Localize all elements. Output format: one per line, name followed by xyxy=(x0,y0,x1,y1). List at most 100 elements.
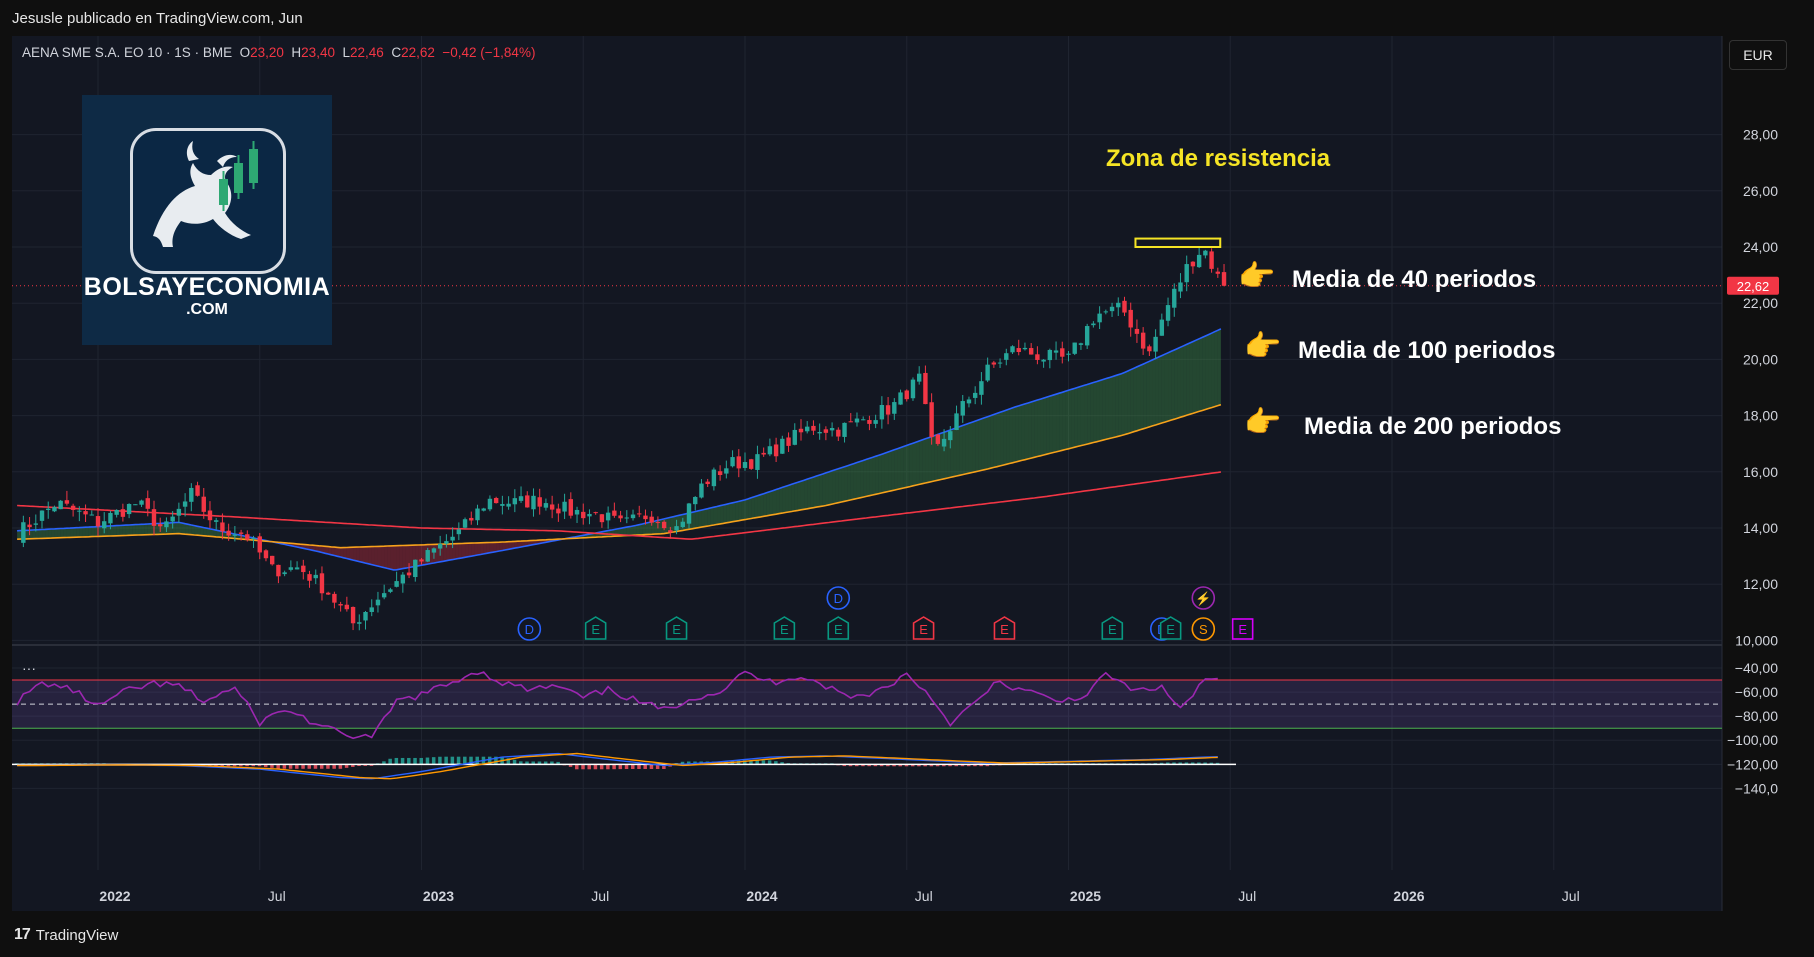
currency-selector[interactable]: EUR xyxy=(1729,40,1787,70)
ma-fill-segment xyxy=(374,546,378,567)
candle-body xyxy=(1072,342,1077,354)
candle-body xyxy=(668,530,673,533)
price-tick-label: 28,00 xyxy=(1743,127,1778,143)
ma-fill-segment xyxy=(968,422,973,474)
candle-body xyxy=(64,500,70,504)
ma-fill-segment xyxy=(365,546,369,564)
price-tick-label: 16,00 xyxy=(1743,464,1778,480)
time-tick-label: Jul xyxy=(1238,888,1256,904)
ma-fill-segment xyxy=(393,545,397,570)
candle-body xyxy=(1165,305,1171,321)
ma-fill-segment xyxy=(135,524,139,536)
ma-fill-segment xyxy=(1028,401,1032,459)
candle-body xyxy=(811,425,816,431)
ma-fill-segment xyxy=(1040,398,1044,456)
ma-fill-segment xyxy=(881,453,885,493)
ma-fill-segment xyxy=(1164,352,1169,423)
ma-fill-segment xyxy=(804,479,808,510)
candle-body xyxy=(761,452,766,455)
ma-fill-segment xyxy=(850,463,854,500)
candle-body xyxy=(705,481,710,485)
candle-body xyxy=(1116,302,1121,308)
candle-body xyxy=(543,503,549,508)
ma-fill-segment xyxy=(972,421,976,473)
event-label: E xyxy=(1166,622,1175,637)
ma40-annotation: Media de 40 periodos xyxy=(1292,266,1537,293)
candle-body xyxy=(979,381,984,395)
candle-body xyxy=(1178,282,1183,292)
candle-body xyxy=(717,471,723,476)
price-tick-label: 10,000 xyxy=(1735,632,1778,648)
candle-body xyxy=(1172,288,1177,308)
ma-fill-segment xyxy=(844,465,848,502)
ma-fill-segment xyxy=(1049,395,1053,454)
candle-body xyxy=(649,516,654,523)
ma-fill-segment xyxy=(181,523,186,535)
ma-fill-segment xyxy=(73,527,77,538)
candle-body xyxy=(637,513,642,515)
candle-body xyxy=(413,559,418,578)
candle-body xyxy=(1016,348,1021,353)
ma-fill-segment xyxy=(496,542,500,552)
ma-fill-segment xyxy=(129,524,133,536)
ma-fill-segment xyxy=(701,509,705,528)
ma-fill-segment xyxy=(800,480,805,510)
candle-body xyxy=(1184,264,1189,283)
ma-fill-segment xyxy=(751,496,755,519)
candle-body xyxy=(1078,343,1084,345)
ma-fill-segment xyxy=(1189,341,1193,415)
candle-body xyxy=(313,574,318,579)
ma-fill-segment xyxy=(717,505,721,525)
candle-body xyxy=(1022,347,1028,350)
ma-fill-segment xyxy=(1180,345,1184,418)
symbol-legend: AENA SME S.A. EO 10 · 1S · BME O23,20 H2… xyxy=(22,45,535,60)
ma-fill-segment xyxy=(953,427,957,477)
ma-fill-segment xyxy=(486,542,490,554)
candle-body xyxy=(469,517,474,521)
tradingview-brand: TradingView xyxy=(35,926,119,944)
candle-body xyxy=(1190,261,1196,267)
ma-fill-segment xyxy=(863,459,867,498)
macd-histogram-bar xyxy=(450,756,455,765)
ma-fill-segment xyxy=(847,464,851,501)
candle-body xyxy=(531,495,536,510)
ma-fill-segment xyxy=(713,506,718,525)
ma-fill-segment xyxy=(1087,383,1091,445)
ma-fill-segment xyxy=(141,524,145,535)
event-label: E xyxy=(919,622,928,637)
candle-body xyxy=(1004,353,1009,360)
candle-body xyxy=(773,444,779,457)
ma-fill-segment xyxy=(776,488,780,515)
low-value: 22,46 xyxy=(350,45,384,60)
ma-fill-segment xyxy=(772,489,777,515)
ma-fill-segment xyxy=(45,529,49,539)
indicator-tick-label: −60,00 xyxy=(1735,684,1778,700)
ma-fill-segment xyxy=(779,487,783,514)
candle-body xyxy=(164,521,169,528)
ma-fill-segment xyxy=(402,545,406,569)
candle-body xyxy=(95,516,101,527)
indicator-menu-button[interactable]: ··· xyxy=(22,660,36,676)
candle-body xyxy=(630,514,636,519)
candle-body xyxy=(1122,300,1127,313)
rsi-pane xyxy=(12,670,1722,740)
close-label: C xyxy=(391,45,402,60)
ma-fill-segment xyxy=(766,491,770,516)
ma-fill-segment xyxy=(903,445,907,488)
candle-body xyxy=(419,559,424,562)
candle-body xyxy=(1159,319,1165,336)
candle-body xyxy=(736,456,741,469)
ma-fill-segment xyxy=(489,542,494,553)
macd-histogram-bar xyxy=(388,758,392,765)
ma-fill-segment xyxy=(990,414,994,469)
ma-fill-segment xyxy=(1124,371,1128,435)
ma-fill-segment xyxy=(1031,401,1035,459)
candle-body xyxy=(1221,272,1227,286)
ma-fill-segment xyxy=(841,466,845,503)
candle-body xyxy=(935,434,941,444)
candle-body xyxy=(898,392,903,405)
candle-body xyxy=(444,541,449,544)
candle-body xyxy=(556,508,561,514)
candle-body xyxy=(1066,353,1071,355)
ma-fill-segment xyxy=(1059,392,1063,452)
